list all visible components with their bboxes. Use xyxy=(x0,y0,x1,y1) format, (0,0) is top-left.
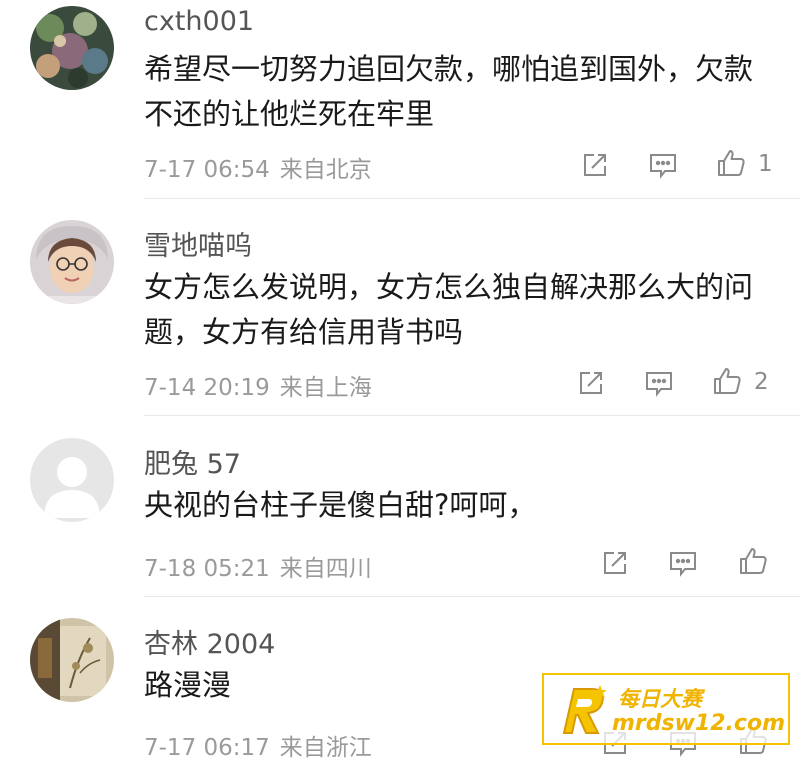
share-icon xyxy=(584,154,606,176)
comment-meta: 7-17 06:54 来自北京 xyxy=(144,150,372,184)
comment-meta: 7-14 20:19 来自上海 xyxy=(144,368,372,402)
comment-icon xyxy=(646,372,672,397)
comment-date: 7-18 05:21 xyxy=(144,556,270,582)
watermark: 每日大赛 mrdsw12.com xyxy=(542,673,790,745)
share-icon xyxy=(604,552,626,574)
comment-text: 央视的台柱子是傻白甜?呵呵， xyxy=(144,488,537,522)
comment-date: 7-14 20:19 xyxy=(144,375,270,401)
thumbs-up-icon xyxy=(718,150,745,176)
username[interactable]: 杏林 2004 xyxy=(144,622,275,661)
avatar[interactable] xyxy=(30,220,114,304)
comment-item: 雪地喵呜 女方怎么发说明，女方怎么独自解决那么大的问题，女方有给信用背书吗 7-… xyxy=(0,218,800,418)
comment-item: 肥兔 57 央视的台柱子是傻白甜?呵呵， 7-18 05:21 来自四川 xyxy=(0,436,800,597)
divider xyxy=(144,415,800,416)
comment-meta: 7-18 05:21 来自四川 xyxy=(144,549,372,583)
thumbs-up-icon xyxy=(740,548,767,574)
like-button[interactable] xyxy=(714,146,748,180)
divider xyxy=(144,198,800,199)
username[interactable]: 雪地喵呜 xyxy=(144,224,252,263)
avatar[interactable] xyxy=(30,438,114,522)
share-button[interactable] xyxy=(578,148,612,182)
comment-item: cxth001 希望尽一切努力追回欠款，哪怕追到国外，欠款不还的让他烂死在牢里 … xyxy=(0,0,800,200)
share-button[interactable] xyxy=(574,366,608,400)
avatar[interactable] xyxy=(30,618,114,702)
share-button[interactable] xyxy=(598,546,632,580)
comment-meta: 7-17 06:17 来自浙江 xyxy=(144,728,372,762)
username[interactable]: cxth001 xyxy=(144,6,254,37)
comment-icon xyxy=(650,154,676,179)
username[interactable]: 肥兔 57 xyxy=(144,442,241,481)
watermark-url: mrdsw12.com xyxy=(612,711,785,736)
comment-location: 来自北京 xyxy=(279,157,372,183)
comment-date: 7-17 06:54 xyxy=(144,157,270,183)
thumbs-up-icon xyxy=(714,368,741,394)
comment-location: 来自上海 xyxy=(279,375,372,401)
reply-button[interactable] xyxy=(646,148,680,182)
watermark-title: 每日大赛 xyxy=(618,687,702,711)
like-count: 2 xyxy=(754,369,769,395)
like-button[interactable] xyxy=(710,364,744,398)
reply-button[interactable] xyxy=(666,546,700,580)
comment-text: 女方怎么发说明，女方怎么独自解决那么大的问题，女方有给信用背书吗 xyxy=(144,270,754,349)
reply-button[interactable] xyxy=(642,366,676,400)
like-count: 1 xyxy=(758,151,773,177)
share-icon xyxy=(580,372,602,394)
comment-date: 7-17 06:17 xyxy=(144,735,270,761)
comment-location: 来自四川 xyxy=(279,556,372,582)
watermark-logo-icon xyxy=(562,685,607,734)
like-button[interactable] xyxy=(736,544,770,578)
comment-text: 希望尽一切努力追回欠款，哪怕追到国外，欠款不还的让他烂死在牢里 xyxy=(144,52,754,131)
comment-icon xyxy=(670,552,696,577)
comment-location: 来自浙江 xyxy=(279,735,372,761)
avatar[interactable] xyxy=(30,6,114,90)
divider xyxy=(144,596,800,597)
